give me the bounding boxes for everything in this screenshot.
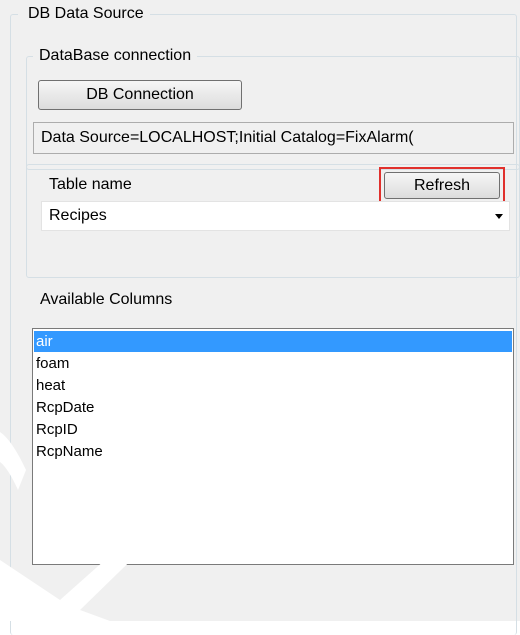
available-columns-listbox[interactable]: air foam heat RcpDate RcpID RcpName [32,328,514,565]
dropdown-arrow-icon[interactable] [495,214,503,219]
table-name-combobox[interactable]: Recipes [41,201,510,231]
column-list-item[interactable]: RcpDate [34,397,512,418]
table-name-value: Recipes [49,207,107,224]
available-columns-label: Available Columns [40,291,173,308]
database-connection-legend: DataBase connection [33,45,198,67]
refresh-button[interactable]: Refresh [384,172,500,199]
db-data-source-panel: DB Data Source DataBase connection DB Co… [0,0,520,635]
column-list-item[interactable]: foam [34,353,512,374]
table-name-label: Table name [49,176,132,193]
connection-string-field[interactable]: Data Source=LOCALHOST;Initial Catalog=Fi… [33,122,514,154]
db-connection-button[interactable]: DB Connection [38,80,242,110]
db-data-source-legend: DB Data Source [18,4,150,24]
column-list-item[interactable]: RcpName [34,441,512,462]
column-list-item[interactable]: air [34,331,512,352]
column-list-item[interactable]: heat [34,375,512,396]
column-list-item[interactable]: RcpID [34,419,512,440]
